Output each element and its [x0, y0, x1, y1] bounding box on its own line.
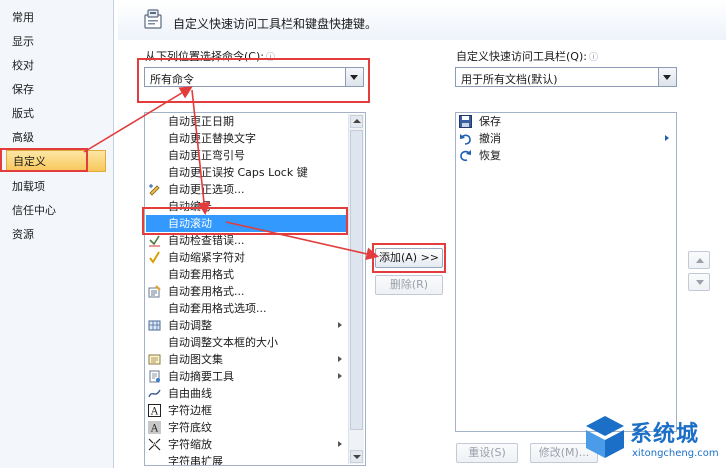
- combo-dropdown-button[interactable]: [345, 68, 363, 86]
- choose-commands-value: 所有命令: [150, 73, 194, 86]
- commands-list[interactable]: 自动更正日期 自动更正替换文字 自动更正弯引号 自动更正误按 Caps Lock…: [144, 112, 366, 466]
- submenu-arrow-icon: [665, 135, 669, 141]
- combo-dropdown-button[interactable]: [658, 68, 676, 86]
- list-item[interactable]: 自动套用格式...: [146, 283, 349, 300]
- brand-name: 系统城: [630, 422, 700, 447]
- autoformat-icon: [148, 285, 161, 298]
- list-item[interactable]: 自动套用格式选项...: [146, 300, 349, 317]
- list-item[interactable]: 自动编号: [146, 198, 349, 215]
- brand-url: xitongcheng.com: [632, 448, 719, 459]
- commands-scrollbar[interactable]: [348, 114, 364, 464]
- sidebar-item-display[interactable]: 显示: [6, 31, 106, 53]
- sidebar-item-save[interactable]: 保存: [6, 79, 106, 101]
- scroll-thumb[interactable]: [350, 130, 363, 430]
- chevron-down-icon: [353, 455, 361, 459]
- list-item[interactable]: 自动图文集: [146, 351, 349, 368]
- scroll-up-button[interactable]: [350, 115, 363, 128]
- autofit-icon: [148, 320, 161, 331]
- svg-text:A: A: [150, 407, 159, 418]
- brand-logo-icon: [586, 416, 624, 458]
- svg-text:A: A: [150, 424, 159, 435]
- sidebar-item-advanced[interactable]: 高级: [6, 127, 106, 149]
- reset-button[interactable]: 重设(S): [456, 443, 518, 463]
- quick-access-list[interactable]: 保存 撤消 恢复: [455, 112, 677, 432]
- choose-commands-text: 从下列位置选择命令(C):: [145, 50, 264, 63]
- sidebar-item-customize[interactable]: 自定义: [6, 150, 106, 172]
- list-item[interactable]: 自动套用格式: [146, 266, 349, 283]
- list-item[interactable]: A 字符底纹: [146, 419, 349, 436]
- submenu-arrow-icon: [338, 322, 342, 328]
- list-item[interactable]: 自动调整文本框的大小: [146, 334, 349, 351]
- list-item[interactable]: 字符串扩展: [146, 453, 349, 465]
- chevron-up-icon: [353, 119, 361, 123]
- list-item-selected[interactable]: 自动滚动: [146, 215, 349, 232]
- autocorrect-options-icon: [149, 184, 160, 196]
- chevron-down-icon: [663, 75, 671, 80]
- move-up-button[interactable]: [688, 251, 710, 269]
- list-item[interactable]: 自动更正替换文字: [146, 130, 349, 147]
- customize-toolbar-label: 自定义快速访问工具栏(Q): ⓘ: [456, 48, 598, 64]
- choose-commands-combo[interactable]: 所有命令: [144, 67, 364, 87]
- choose-commands-label: 从下列位置选择命令(C): ⓘ: [145, 48, 275, 64]
- panel-title: 自定义快速访问工具栏和键盘快捷键。: [173, 17, 378, 31]
- sidebar-item-layout[interactable]: 版式: [6, 103, 106, 125]
- list-item[interactable]: 自动更正误按 Caps Lock 键: [146, 164, 349, 181]
- redo-icon: [460, 150, 471, 162]
- autotext-icon: [148, 354, 161, 365]
- autosummary-icon: [149, 370, 160, 383]
- list-item[interactable]: 自动更正选项...: [146, 181, 349, 198]
- submenu-arrow-icon: [338, 441, 342, 447]
- submenu-arrow-icon: [338, 356, 342, 362]
- list-item[interactable]: A 字符缩放: [146, 436, 349, 453]
- customize-panel: 自定义快速访问工具栏和键盘快捷键。 从下列位置选择命令(C): ⓘ 所有命令 自定…: [118, 0, 726, 468]
- sidebar-item-proofing[interactable]: 校对: [6, 55, 106, 77]
- freeform-icon: [148, 389, 161, 398]
- list-item[interactable]: 自由曲线: [146, 385, 349, 402]
- sidebar-item-resources[interactable]: 资源: [6, 224, 106, 246]
- submenu-arrow-icon: [338, 373, 342, 379]
- arrow-down-icon: [696, 280, 704, 285]
- site-watermark: 系统城 xitongcheng.com: [580, 410, 726, 468]
- list-item[interactable]: 保存: [457, 113, 675, 130]
- undo-icon: [460, 134, 471, 145]
- list-item[interactable]: 恢复: [457, 147, 675, 164]
- list-item[interactable]: 自动检查错误...: [146, 232, 349, 249]
- sidebar-item-general[interactable]: 常用: [6, 7, 106, 29]
- remove-button[interactable]: 删除(R): [375, 275, 443, 295]
- toolbar-customize-icon: [144, 9, 162, 29]
- options-sidebar: 常用 显示 校对 保存 版式 高级 自定义 加载项 信任中心 资源: [0, 0, 114, 468]
- char-shading-icon: A: [148, 421, 161, 434]
- list-item[interactable]: 自动缩紧字符对: [146, 249, 349, 266]
- check-errors-icon: [149, 235, 160, 247]
- scroll-down-button[interactable]: [350, 450, 363, 463]
- list-item[interactable]: A 字符边框: [146, 402, 349, 419]
- list-item[interactable]: 自动更正弯引号: [146, 147, 349, 164]
- arrow-up-icon: [696, 258, 704, 263]
- add-button[interactable]: 添加(A) >>: [375, 248, 443, 268]
- char-border-icon: A: [148, 404, 161, 417]
- customize-toolbar-text: 自定义快速访问工具栏(Q):: [456, 50, 587, 63]
- checkmark-icon: [149, 251, 160, 264]
- list-item[interactable]: 撤消: [457, 130, 675, 147]
- list-item[interactable]: 自动摘要工具: [146, 368, 349, 385]
- info-icon: ⓘ: [588, 53, 598, 63]
- list-item[interactable]: 自动更正日期: [146, 113, 349, 130]
- toolbar-scope-combo[interactable]: 用于所有文档(默认): [455, 67, 677, 87]
- char-scale-icon: A: [148, 438, 161, 451]
- save-icon: [459, 115, 472, 128]
- list-item[interactable]: 自动调整: [146, 317, 349, 334]
- sidebar-item-trust-center[interactable]: 信任中心: [6, 200, 106, 222]
- info-icon: ⓘ: [265, 53, 275, 63]
- chevron-down-icon: [350, 75, 358, 80]
- panel-header: 自定义快速访问工具栏和键盘快捷键。: [118, 0, 726, 40]
- sidebar-item-addins[interactable]: 加载项: [6, 176, 106, 198]
- toolbar-scope-value: 用于所有文档(默认): [461, 73, 558, 86]
- move-down-button[interactable]: [688, 273, 710, 291]
